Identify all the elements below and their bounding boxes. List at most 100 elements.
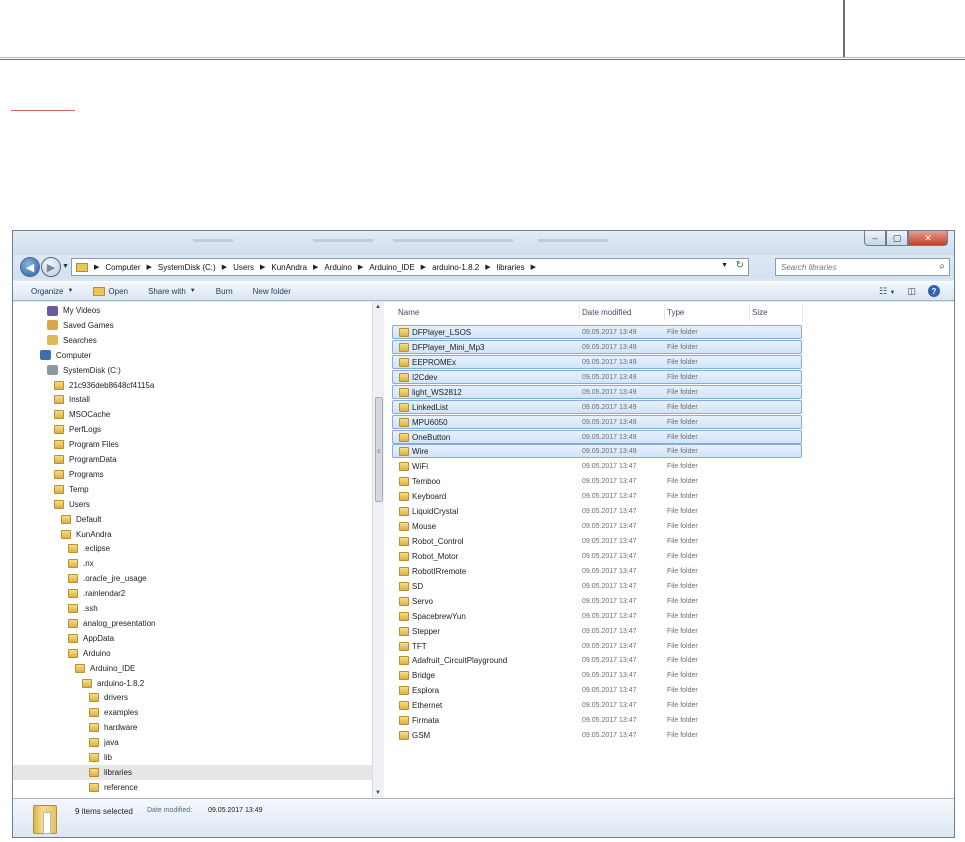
title-bar[interactable]: – ▢ ✕: [13, 231, 954, 255]
file-row[interactable]: SpacebrewYun 09.05.2017 13:47 File folder: [384, 609, 954, 624]
breadcrumb-more[interactable]: ▶: [531, 263, 542, 271]
nav-tree-item[interactable]: My Videos: [47, 303, 100, 318]
nav-tree-item[interactable]: drivers: [89, 690, 128, 705]
column-header-name[interactable]: Name: [396, 304, 580, 321]
search-icon[interactable]: ⌕: [939, 261, 945, 272]
file-row[interactable]: OneButton 09.05.2017 13:49 File folder: [384, 429, 954, 445]
file-row[interactable]: Robot_Motor 09.05.2017 13:47 File folder: [384, 549, 954, 564]
nav-tree-item[interactable]: Default: [61, 512, 101, 527]
file-row[interactable]: Adafruit_CircuitPlayground 09.05.2017 13:…: [384, 653, 954, 668]
file-row[interactable]: Esplora 09.05.2017 13:47 File folder: [384, 683, 954, 698]
file-row[interactable]: LinkedList 09.05.2017 13:49 File folder: [384, 399, 954, 415]
burn-button[interactable]: Burn: [216, 287, 233, 296]
back-button[interactable]: ◀: [20, 257, 40, 277]
file-row[interactable]: light_WS2812 09.05.2017 13:49 File folder: [384, 384, 954, 400]
file-row[interactable]: Keyboard 09.05.2017 13:47 File folder: [384, 489, 954, 504]
breadcrumb-computer[interactable]: ▶ Computer: [94, 263, 141, 272]
column-header-type[interactable]: Type: [665, 304, 750, 321]
scrollbar-thumb[interactable]: ≡: [375, 397, 383, 502]
file-row[interactable]: MPU6050 09.05.2017 13:49 File folder: [384, 414, 954, 430]
nav-tree-item[interactable]: .nx: [68, 556, 94, 571]
file-row[interactable]: Firmata 09.05.2017 13:47 File folder: [384, 713, 954, 728]
scroll-down-icon[interactable]: ▼: [375, 790, 381, 796]
nav-tree-item[interactable]: SystemDisk (C:): [47, 363, 121, 378]
nav-tree-item[interactable]: examples: [89, 705, 138, 720]
close-button[interactable]: ✕: [908, 231, 948, 246]
nav-tree-item[interactable]: 21c936deb8648cf4115a: [54, 378, 154, 393]
file-row[interactable]: I2Cdev 09.05.2017 13:49 File folder: [384, 369, 954, 385]
file-row[interactable]: Temboo 09.05.2017 13:47 File folder: [384, 474, 954, 489]
change-view-button[interactable]: ☷ ▼: [879, 286, 896, 297]
nav-tree-item[interactable]: PerfLogs: [54, 422, 101, 437]
nav-tree-item[interactable]: .eclipse: [68, 541, 110, 556]
file-row[interactable]: WiFi 09.05.2017 13:47 File folder: [384, 459, 954, 474]
file-row[interactable]: RobotIRremote 09.05.2017 13:47 File folder: [384, 564, 954, 579]
nav-tree-item[interactable]: Arduino_IDE: [75, 661, 135, 676]
nav-tree-item[interactable]: Program Files: [54, 437, 119, 452]
breadcrumb-kunandra[interactable]: ▶ KunAndra: [260, 263, 307, 272]
open-button[interactable]: Open: [93, 286, 128, 296]
share-with-button[interactable]: Share with ▼: [148, 287, 196, 296]
nav-tree-item[interactable]: .ssh: [68, 601, 98, 616]
history-dropdown[interactable]: ▼: [62, 263, 69, 270]
file-row[interactable]: DFPlayer_LSOS 09.05.2017 13:49 File folder: [384, 325, 954, 340]
file-row[interactable]: Ethernet 09.05.2017 13:47 File folder: [384, 698, 954, 713]
nav-tree-item[interactable]: .oracle_jre_usage: [68, 571, 147, 586]
address-bar[interactable]: ▶ Computer ▶ SystemDisk (C:) ▶ Users ▶ KunAn…: [71, 258, 749, 276]
file-row[interactable]: DFPlayer_Mini_Mp3 09.05.2017 13:49 File fo…: [384, 339, 954, 355]
forward-button[interactable]: ▶: [41, 257, 61, 277]
navigation-scrollbar[interactable]: ▲ ≡ ▼: [372, 302, 384, 798]
organize-button[interactable]: Organize ▼: [31, 287, 73, 296]
column-header-size[interactable]: Size: [750, 304, 803, 321]
new-folder-button[interactable]: New folder: [253, 287, 291, 296]
preview-pane-button[interactable]: ◫: [907, 286, 916, 297]
nav-tree-item[interactable]: java: [89, 735, 119, 750]
address-row: ◀ ▶ ▼ ▶ Computer ▶ SystemDisk (C:) ▶ Users …: [13, 255, 954, 279]
nav-tree-item[interactable]: AppData: [68, 631, 114, 646]
file-row[interactable]: EEPROMEx 09.05.2017 13:49 File folder: [384, 354, 954, 370]
breadcrumb-arduino-ide[interactable]: ▶ Arduino_IDE: [358, 263, 415, 272]
nav-tree-item[interactable]: KunAndra: [61, 527, 112, 542]
file-row[interactable]: SD 09.05.2017 13:47 File folder: [384, 579, 954, 594]
file-row[interactable]: Servo 09.05.2017 13:47 File folder: [384, 594, 954, 609]
nav-tree-item[interactable]: reference: [89, 780, 138, 795]
breadcrumb-arduino[interactable]: ▶ Arduino: [313, 263, 352, 272]
nav-tree-item[interactable]: Install: [54, 392, 90, 407]
nav-tree-item[interactable]: Programs: [54, 467, 104, 482]
nav-tree-item[interactable]: analog_presentation: [68, 616, 156, 631]
file-row[interactable]: GSM 09.05.2017 13:47 File folder: [384, 728, 954, 743]
nav-tree-item[interactable]: hardware: [89, 720, 137, 735]
breadcrumb-libraries[interactable]: ▶ libraries: [485, 263, 524, 272]
file-row[interactable]: Mouse 09.05.2017 13:47 File folder: [384, 519, 954, 534]
nav-tree-item[interactable]: ProgramData: [54, 452, 117, 467]
minimize-button[interactable]: –: [864, 231, 886, 246]
file-row[interactable]: Robot_Control 09.05.2017 13:47 File folder: [384, 534, 954, 549]
nav-tree-item[interactable]: arduino-1.8.2: [82, 676, 144, 691]
nav-tree-item[interactable]: Users: [54, 497, 90, 512]
nav-tree-item[interactable]: libraries: [13, 764, 372, 780]
nav-tree-item[interactable]: MSOCache: [54, 407, 110, 422]
help-icon[interactable]: ?: [928, 285, 940, 297]
nav-tree-item[interactable]: Saved Games: [47, 318, 114, 333]
nav-tree-item[interactable]: Computer: [40, 348, 91, 363]
nav-tree-item[interactable]: Searches: [47, 333, 97, 348]
nav-tree-item[interactable]: Temp: [54, 482, 89, 497]
column-header-date[interactable]: Date modified: [580, 304, 665, 321]
nav-tree-item[interactable]: lib: [89, 750, 112, 765]
file-row[interactable]: Bridge 09.05.2017 13:47 File folder: [384, 668, 954, 683]
breadcrumb-arduino-182[interactable]: ▶ arduino-1.8.2: [421, 263, 480, 272]
refresh-button[interactable]: ↻: [736, 260, 744, 271]
search-input[interactable]: [781, 262, 931, 272]
file-row[interactable]: LiquidCrystal 09.05.2017 13:47 File folder: [384, 504, 954, 519]
file-row[interactable]: TFT 09.05.2017 13:47 File folder: [384, 639, 954, 654]
address-dropdown[interactable]: ▼: [721, 262, 728, 269]
file-row[interactable]: Wire 09.05.2017 13:49 File folder: [384, 444, 954, 459]
breadcrumb-users[interactable]: ▶ Users: [222, 263, 254, 272]
file-row[interactable]: Stepper 09.05.2017 13:47 File folder: [384, 624, 954, 639]
maximize-button[interactable]: ▢: [886, 231, 908, 246]
breadcrumb-systemdisk[interactable]: ▶ SystemDisk (C:): [147, 263, 216, 272]
nav-tree-item[interactable]: .rainlendar2: [68, 586, 125, 601]
scroll-up-icon[interactable]: ▲: [375, 304, 381, 310]
folder-icon: [89, 723, 99, 733]
nav-tree-item[interactable]: Arduino: [68, 646, 111, 661]
